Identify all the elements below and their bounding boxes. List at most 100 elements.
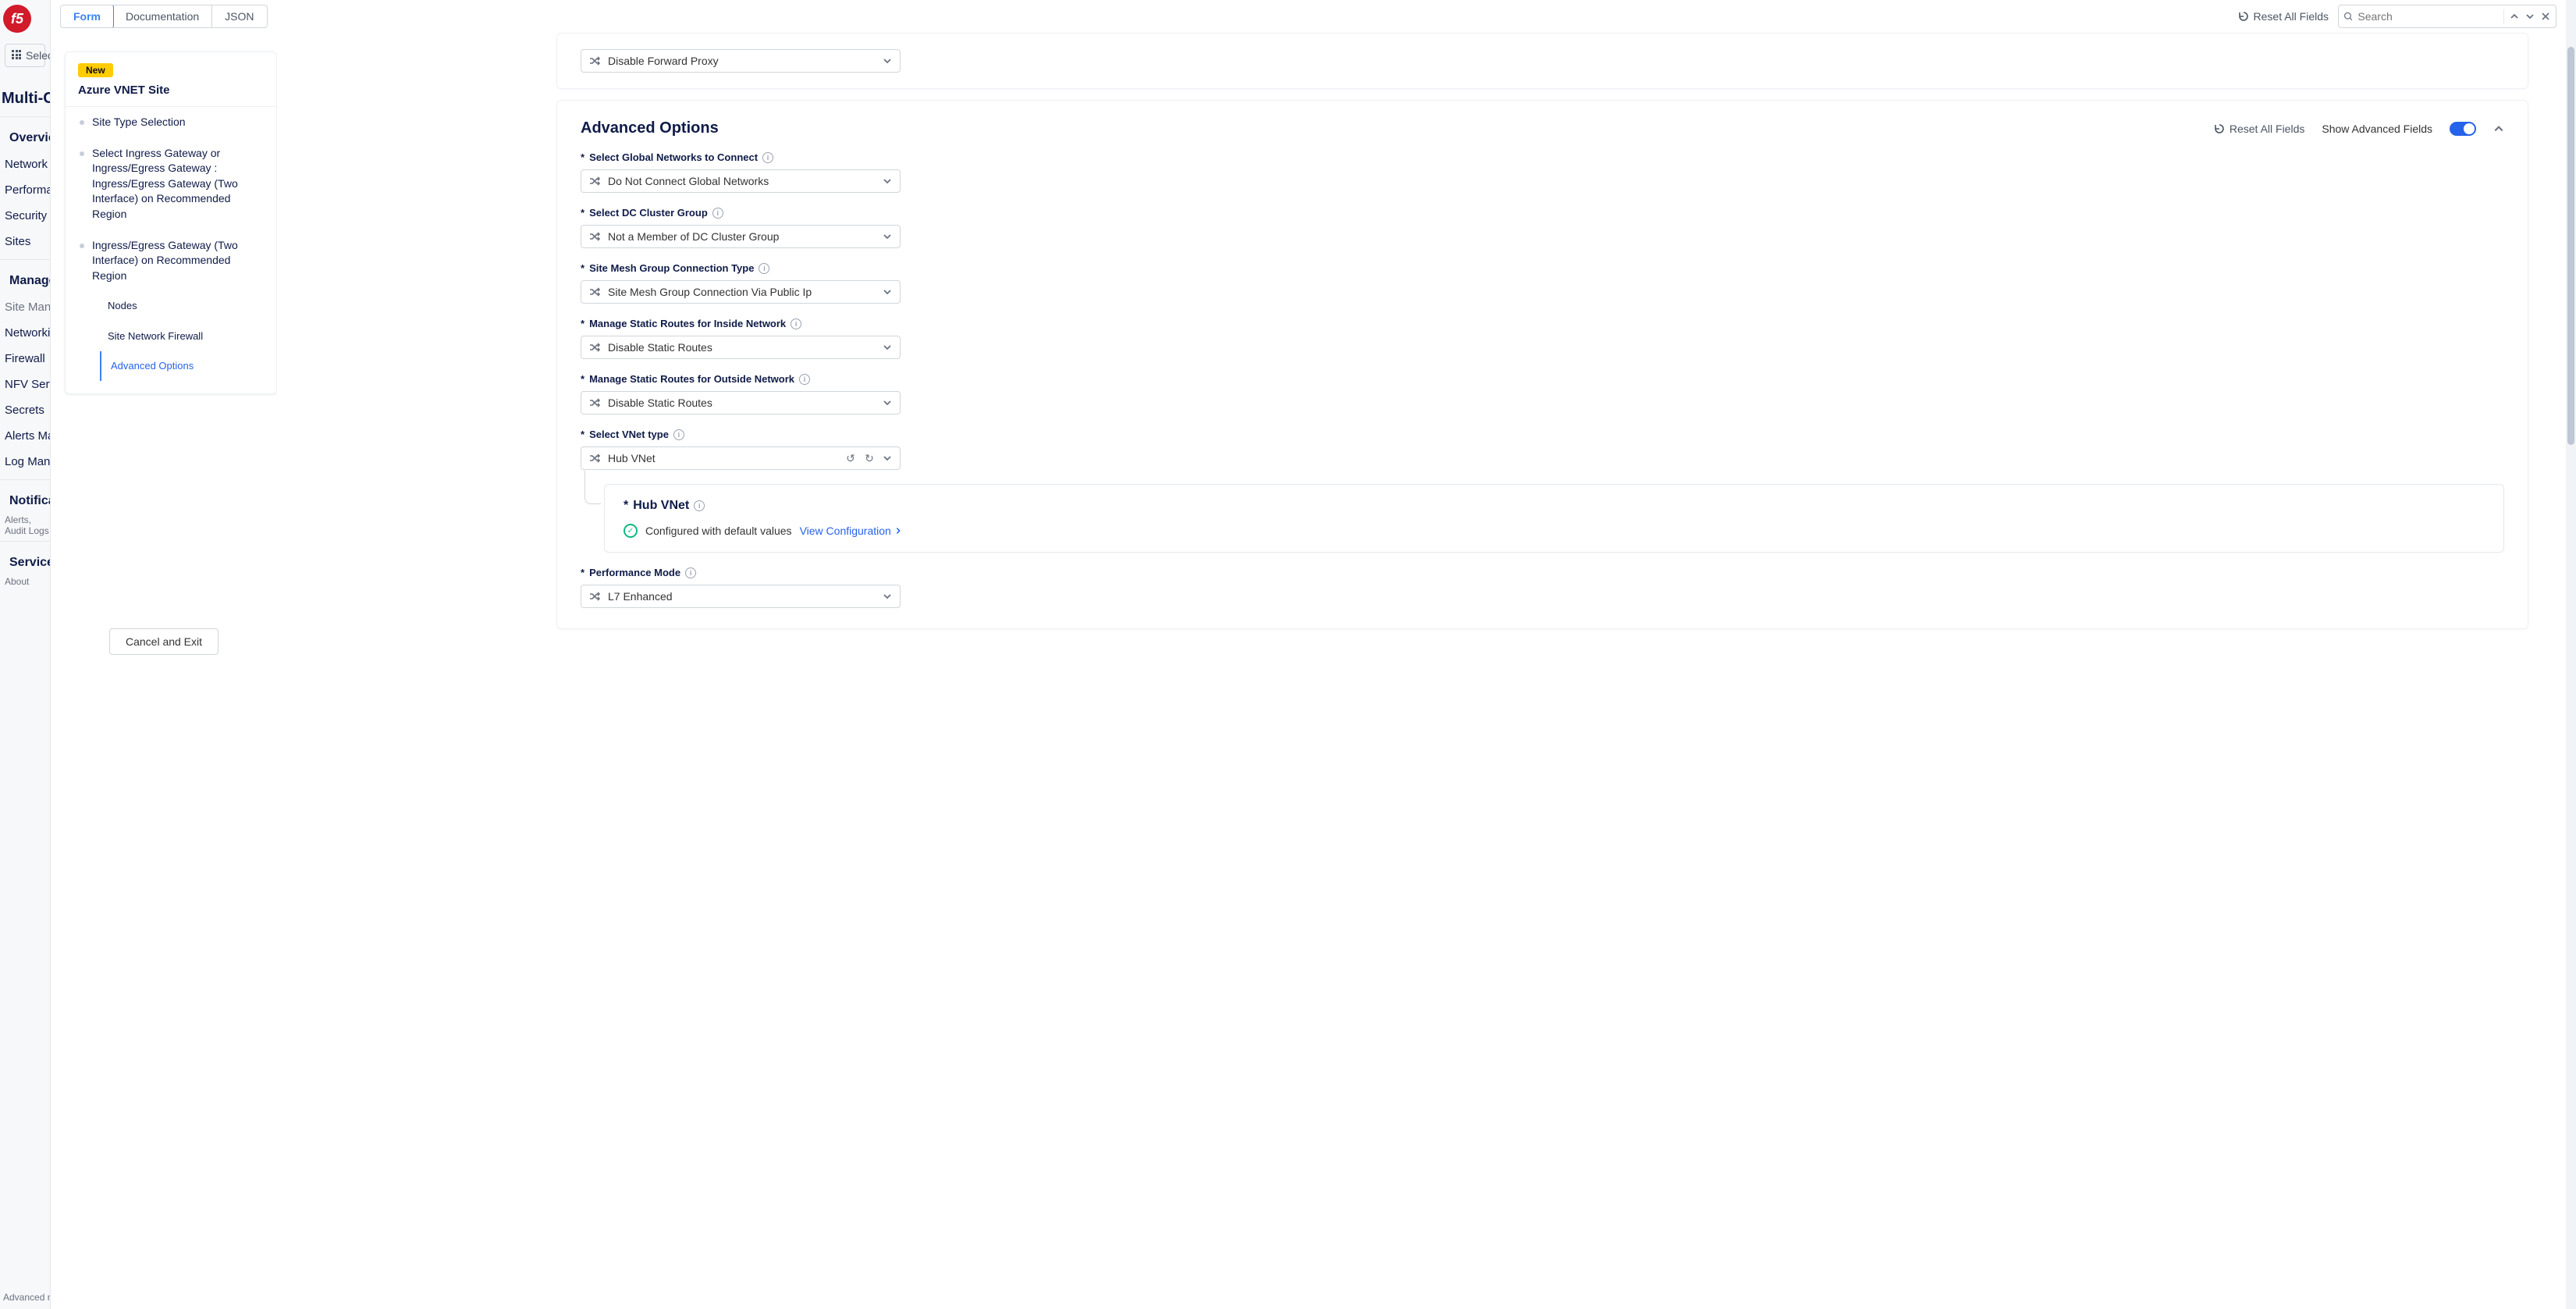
success-check-icon: ✓ <box>624 524 638 538</box>
tab-form[interactable]: Form <box>60 5 114 28</box>
search-input[interactable] <box>2357 10 2499 23</box>
advanced-options-header: Advanced Options Reset All Fields Show A… <box>581 119 2504 137</box>
redo-icon[interactable]: ↻ <box>864 452 875 465</box>
sidebar-services-sub: About <box>5 576 50 587</box>
reset-all-fields-section[interactable]: Reset All Fields <box>2212 123 2304 135</box>
value-static-out: Disable Static Routes <box>608 397 875 409</box>
sidebar-section-notifications[interactable]: Notifications <box>5 488 50 514</box>
undo-icon[interactable]: ↺ <box>845 452 856 465</box>
sidebar-item-performance[interactable]: Performance <box>5 177 50 203</box>
form-area: Disable Forward Proxy Advanced Options R… <box>277 33 2566 1309</box>
editor-topbar: Form Documentation JSON Reset All Fields <box>51 0 2566 33</box>
info-icon[interactable]: i <box>791 318 801 329</box>
chevron-down-icon <box>883 592 892 601</box>
sidebar-item-secrets[interactable]: Secrets <box>5 397 50 423</box>
field-static-out: *Manage Static Routes for Outside Networ… <box>581 373 2504 414</box>
forward-proxy-select[interactable]: Disable Forward Proxy <box>581 49 901 73</box>
sidebar-item-nfv[interactable]: NFV Services <box>5 372 50 397</box>
outline-card: New Azure VNET Site Site Type Selection … <box>65 52 277 394</box>
sidebar-item-networking[interactable]: Networking <box>5 320 50 346</box>
info-icon[interactable]: i <box>712 208 723 219</box>
advanced-options-card: Advanced Options Reset All Fields Show A… <box>556 100 2528 629</box>
shuffle-icon <box>589 231 600 242</box>
outline-item-advanced-options[interactable]: Advanced Options <box>100 351 276 381</box>
advanced-options-title: Advanced Options <box>581 119 719 137</box>
chevron-right-icon <box>894 527 902 535</box>
select-vnet-type[interactable]: Hub VNet ↺ ↻ <box>581 446 901 470</box>
sidebar-item-site-mgmt[interactable]: Site Management <box>5 294 50 320</box>
sidebar-item-network[interactable]: Network <box>5 151 50 177</box>
info-icon[interactable]: i <box>762 152 773 163</box>
select-global-networks[interactable]: Do Not Connect Global Networks <box>581 169 901 193</box>
label-global-networks: Select Global Networks to Connect <box>589 151 758 163</box>
revert-icon <box>2212 123 2225 135</box>
shuffle-icon <box>589 176 600 187</box>
info-icon[interactable]: i <box>685 567 696 578</box>
sidebar-notifications-sub: Alerts, Audit Logs <box>5 514 50 536</box>
field-static-in: *Manage Static Routes for Inside Network… <box>581 318 2504 359</box>
value-global-networks: Do Not Connect Global Networks <box>608 175 875 187</box>
outline-item-ingress-select[interactable]: Select Ingress Gateway or Ingress/Egress… <box>66 138 276 230</box>
outline-item-site-type[interactable]: Site Type Selection <box>66 107 276 138</box>
forward-proxy-value: Disable Forward Proxy <box>608 55 875 67</box>
tab-documentation[interactable]: Documentation <box>113 5 212 27</box>
revert-icon <box>2237 10 2249 23</box>
cancel-and-exit-button[interactable]: Cancel and Exit <box>109 628 219 655</box>
label-vnet-type: Select VNet type <box>589 429 669 440</box>
sidebar-section-overview[interactable]: Overview <box>5 125 50 151</box>
chevron-up-icon <box>2510 12 2519 21</box>
field-performance-mode: *Performance Modei L7 Enhanced <box>581 567 2504 608</box>
sidebar-item-sites[interactable]: Sites <box>5 229 50 254</box>
select-performance-mode[interactable]: L7 Enhanced <box>581 585 901 608</box>
outline-item-nodes[interactable]: Nodes <box>66 291 276 321</box>
info-icon[interactable]: i <box>673 429 684 440</box>
scrollbar-thumb[interactable] <box>2567 47 2574 445</box>
search-prev-button[interactable] <box>2509 9 2520 23</box>
info-icon[interactable]: i <box>759 263 769 274</box>
view-configuration-link[interactable]: View Configuration <box>800 525 902 537</box>
sidebar-manage-label: Manage <box>9 274 51 288</box>
sidebar-item-alerts[interactable]: Alerts Management <box>5 423 50 449</box>
page-scrollbar[interactable] <box>2566 0 2576 1309</box>
shuffle-icon <box>589 342 600 353</box>
search-next-button[interactable] <box>2524 9 2535 23</box>
label-dc-cluster: Select DC Cluster Group <box>589 207 708 219</box>
select-static-out[interactable]: Disable Static Routes <box>581 391 901 414</box>
apps-grid-icon <box>12 50 21 61</box>
search-box[interactable] <box>2338 5 2556 28</box>
sidebar-item-security[interactable]: Security <box>5 203 50 229</box>
info-icon[interactable]: i <box>694 500 705 511</box>
value-vnet-type: Hub VNet <box>608 452 837 464</box>
sidebar-section-manage[interactable]: Manage <box>5 268 50 294</box>
collapse-section-button[interactable] <box>2493 123 2504 134</box>
outline-item-site-firewall[interactable]: Site Network Firewall <box>66 322 276 351</box>
show-advanced-toggle[interactable] <box>2450 122 2476 136</box>
value-dc-cluster: Not a Member of DC Cluster Group <box>608 230 875 243</box>
chevron-down-icon <box>883 287 892 297</box>
chevron-down-icon <box>883 398 892 407</box>
select-dc-cluster[interactable]: Not a Member of DC Cluster Group <box>581 225 901 248</box>
label-static-out: Manage Static Routes for Outside Network <box>589 373 794 385</box>
sidebar-item-firewall[interactable]: Firewall <box>5 346 50 372</box>
tab-json[interactable]: JSON <box>212 5 266 27</box>
sidebar-section-services[interactable]: Services <box>5 550 50 576</box>
search-clear-button[interactable] <box>2540 9 2551 23</box>
f5-logo: f5 <box>3 5 31 33</box>
select-site-mesh[interactable]: Site Mesh Group Connection Via Public Ip <box>581 280 901 304</box>
chevron-down-icon <box>883 176 892 186</box>
outline-item-ingress-egress[interactable]: Ingress/Egress Gateway (Two Interface) o… <box>66 230 276 292</box>
label-performance-mode: Performance Mode <box>589 567 680 578</box>
select-static-in[interactable]: Disable Static Routes <box>581 336 901 359</box>
value-site-mesh: Site Mesh Group Connection Via Public Ip <box>608 286 875 298</box>
chevron-down-icon <box>883 56 892 66</box>
hub-vnet-title: Hub VNet <box>633 499 689 513</box>
sidebar-services-label: Services <box>9 556 51 570</box>
info-icon[interactable]: i <box>799 374 810 385</box>
field-global-networks: *Select Global Networks to Connecti Do N… <box>581 151 2504 193</box>
select-service-label: Select <box>26 49 51 62</box>
sidebar-item-log[interactable]: Log Management <box>5 449 50 475</box>
chevron-down-icon <box>883 232 892 241</box>
select-service-dropdown[interactable]: Select <box>5 44 45 67</box>
reset-all-fields-top[interactable]: Reset All Fields <box>2237 10 2329 23</box>
chevron-up-icon <box>2493 123 2504 134</box>
